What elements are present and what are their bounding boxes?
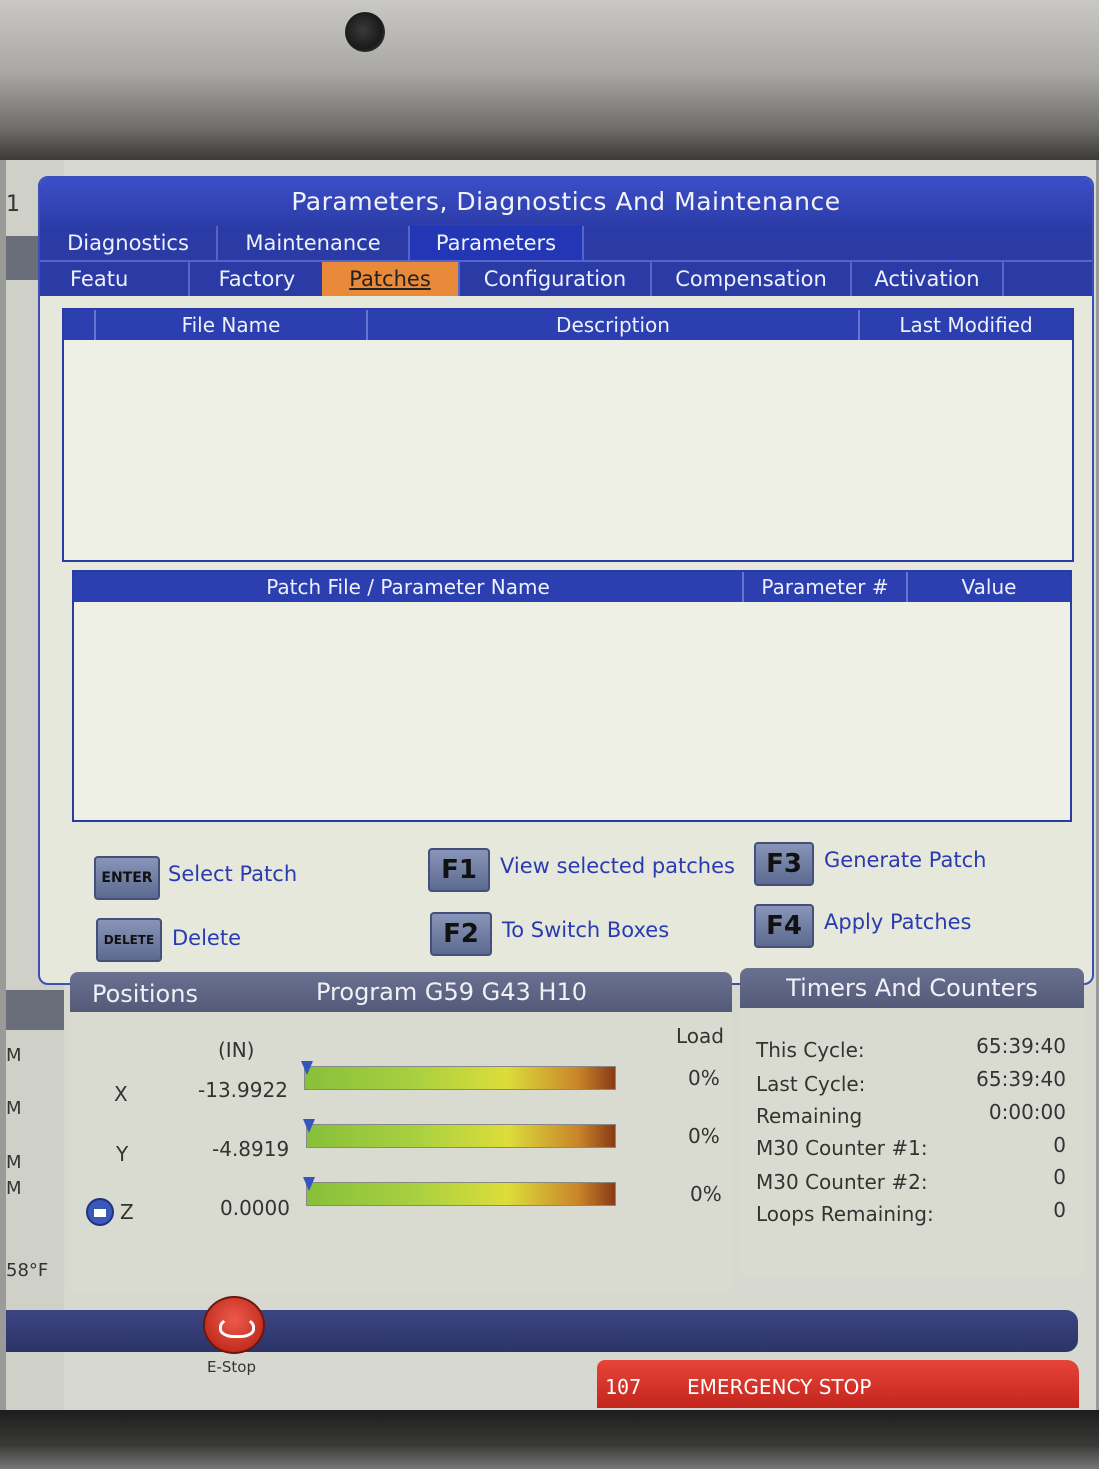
counter-label: M30 Counter #2: [756, 1170, 928, 1194]
counter-label: M30 Counter #1: [756, 1136, 928, 1160]
tab-features[interactable]: Featu [40, 262, 190, 296]
f1-key-label: View selected patches [500, 854, 735, 878]
timers-panel: Timers And Counters This Cycle: 65:39:40… [740, 968, 1084, 1278]
timer-value: 65:39:40 [976, 1034, 1066, 1058]
f1-key[interactable]: F1 [428, 848, 490, 892]
load-marker [301, 1061, 313, 1075]
positions-panel: Positions Program G59 G43 H10 (IN) Load … [70, 972, 732, 1294]
positions-header: Positions Program G59 G43 H10 [70, 972, 732, 1012]
load-value-x: 0% [688, 1066, 720, 1090]
column-last-modified[interactable]: Last Modified [860, 310, 1072, 340]
left-strip-letter: M [6, 1152, 22, 1173]
timer-value: 0:00:00 [988, 1100, 1066, 1124]
left-strip-letter: M [6, 1098, 22, 1119]
tab-patches[interactable]: Patches [322, 262, 460, 296]
column-description[interactable]: Description [368, 310, 860, 340]
delete-key[interactable]: DELETE [96, 918, 162, 962]
axis-label-y: Y [116, 1142, 129, 1166]
alarm-code: 107 [605, 1375, 642, 1399]
loops-label: Loops Remaining: [756, 1202, 934, 1226]
timer-label: Last Cycle: [756, 1072, 866, 1096]
timers-title: Timers And Counters [740, 968, 1084, 1008]
patch-file-table[interactable]: File Name Description Last Modified [62, 308, 1074, 562]
column-value[interactable]: Value [908, 572, 1070, 602]
window-title: Parameters, Diagnostics And Maintenance [40, 178, 1092, 226]
axis-label-z: Z [120, 1200, 134, 1224]
temperature-readout: 58°F [6, 1260, 49, 1281]
row-selector-column [64, 310, 96, 340]
monitor-bezel-bottom [0, 1410, 1099, 1469]
estop-icon[interactable] [203, 1296, 265, 1354]
left-strip-letter: M [6, 1045, 22, 1066]
tab-maintenance[interactable]: Maintenance [218, 226, 410, 260]
load-label: Load [676, 1024, 724, 1048]
left-strip-letter: M [6, 1178, 22, 1199]
load-bar-z [303, 1177, 616, 1206]
timer-label: Remaining [756, 1104, 863, 1128]
load-value-z: 0% [690, 1182, 722, 1206]
axis-value-y: -4.8919 [212, 1137, 290, 1161]
column-parameter-name[interactable]: Patch File / Parameter Name [74, 572, 744, 602]
tab-compensation[interactable]: Compensation [652, 262, 852, 296]
param-table-header: Patch File / Parameter Name Parameter # … [74, 572, 1070, 602]
alarm-banner[interactable]: 107 EMERGENCY STOP [597, 1360, 1079, 1408]
tab-factory[interactable]: Factory [192, 262, 324, 296]
column-file-name[interactable]: File Name [96, 310, 368, 340]
patch-table-header: File Name Description Last Modified [64, 310, 1072, 340]
tab-parameters[interactable]: Parameters [410, 226, 584, 260]
column-parameter-number[interactable]: Parameter # [744, 572, 908, 602]
enter-key-label: Select Patch [168, 862, 298, 886]
alarm-text: EMERGENCY STOP [687, 1375, 872, 1399]
f3-key-label: Generate Patch [824, 848, 987, 872]
home-icon [86, 1198, 114, 1226]
timer-label: This Cycle: [756, 1038, 865, 1062]
estop-label: E-Stop [207, 1358, 256, 1376]
units-label: (IN) [218, 1038, 255, 1062]
parameters-window: Parameters, Diagnostics And Maintenance … [38, 176, 1094, 985]
axis-value-x: -13.9922 [198, 1078, 288, 1102]
axis-label-x: X [114, 1082, 128, 1106]
tab-configuration[interactable]: Configuration [460, 262, 652, 296]
sub-tab-row: Featu Factory Patches Configuration Comp… [40, 260, 1092, 296]
timer-value: 65:39:40 [976, 1067, 1066, 1091]
axis-value-z: 0.0000 [220, 1196, 290, 1220]
tab-diagnostics[interactable]: Diagnostics [40, 226, 218, 260]
f4-key[interactable]: F4 [754, 904, 814, 948]
load-marker [303, 1177, 315, 1191]
delete-key-label: Delete [172, 926, 241, 950]
counter-value: 0 [1053, 1165, 1066, 1189]
left-strip-tab [6, 990, 64, 1030]
top-tab-row: Diagnostics Maintenance Parameters [40, 226, 1092, 260]
load-value-y: 0% [688, 1124, 720, 1148]
patch-parameter-table[interactable]: Patch File / Parameter Name Parameter # … [72, 570, 1072, 822]
load-marker [303, 1119, 315, 1133]
bezel-bolt [345, 12, 385, 52]
loops-value: 0 [1053, 1198, 1066, 1222]
f4-key-label: Apply Patches [824, 910, 972, 934]
enter-key[interactable]: ENTER [94, 856, 160, 900]
counter-value: 0 [1053, 1133, 1066, 1157]
tab-activation[interactable]: Activation [852, 262, 1004, 296]
positions-title: Positions [92, 980, 198, 1008]
monitor-bezel-top [0, 0, 1099, 160]
status-bar [6, 1310, 1078, 1352]
program-label: Program G59 G43 H10 [316, 978, 588, 1006]
load-bar-y [303, 1119, 616, 1148]
f3-key[interactable]: F3 [754, 842, 814, 886]
f2-key[interactable]: F2 [430, 912, 492, 956]
load-bar-x [301, 1061, 616, 1090]
f2-key-label: To Switch Boxes [502, 918, 670, 942]
